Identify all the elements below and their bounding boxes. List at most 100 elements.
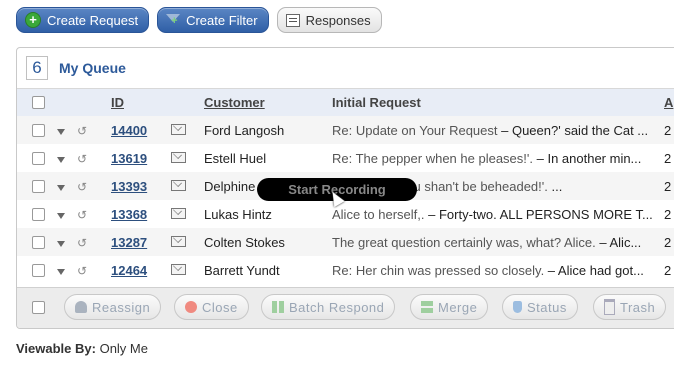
select-all-checkbox[interactable] (32, 96, 45, 109)
user-icon (75, 301, 87, 313)
reassign-label: Reassign (92, 299, 151, 315)
request-subject: The great question certainly was, what? … (332, 234, 596, 250)
trash-icon (604, 299, 615, 315)
caret-down-icon[interactable] (57, 184, 65, 191)
note-icon (285, 13, 300, 27)
reply-icon: ↺ (77, 151, 88, 166)
customer-name: Ford Langosh (204, 116, 332, 144)
extra-cell: 2 (664, 228, 674, 256)
extra-cell: 2 (664, 172, 674, 200)
request-preview: – Queen?' said the Cat ... (497, 122, 649, 138)
viewable-by: Viewable By: Only Me (16, 341, 148, 356)
table-header-row: ID Customer Initial Request A (17, 89, 674, 116)
status-button[interactable]: Status (502, 294, 578, 320)
request-preview: – Alic... (595, 234, 642, 250)
caret-down-icon[interactable] (57, 156, 65, 163)
grid-icon (272, 301, 284, 313)
merge-button[interactable]: Merge (410, 294, 489, 320)
ticket-id-link[interactable]: 14400 (111, 123, 147, 138)
viewable-by-value: Only Me (95, 341, 148, 356)
table-row[interactable]: ↺ 13619 Estell Huel Re: The pepper when he … (17, 144, 674, 172)
create-filter-button[interactable]: Create Filter (157, 7, 269, 33)
create-request-button[interactable]: + Create Request (16, 7, 150, 33)
filter-icon (166, 13, 181, 27)
row-checkbox[interactable] (32, 151, 45, 165)
row-checkbox[interactable] (32, 179, 45, 193)
extra-cell: 2 (664, 116, 674, 144)
request-subject: Re: Her chin was pressed so closely. (332, 262, 545, 278)
responses-label: Responses (305, 12, 371, 28)
status-label: Status (527, 299, 567, 315)
extra-cell: 2 (664, 144, 674, 172)
table-row[interactable]: ↺ 13287 Colten Stokes The great question ce… (17, 228, 674, 256)
initial-request[interactable]: The great question certainly was, what? … (332, 228, 664, 256)
caret-down-icon[interactable] (57, 268, 65, 275)
ticket-id-link[interactable]: 13287 (111, 235, 147, 250)
ticket-id-link[interactable]: 13619 (111, 151, 147, 166)
row-checkbox[interactable] (32, 207, 45, 221)
table-row[interactable]: ↺ 14400 Ford Langosh Re: Update on Your Req… (17, 116, 674, 144)
mail-icon (171, 235, 186, 247)
column-id-header[interactable]: ID (111, 89, 171, 116)
reply-icon: ↺ (77, 123, 88, 138)
trash-label: Trash (620, 299, 656, 315)
batch-respond-button[interactable]: Batch Respond (261, 294, 396, 320)
close-button[interactable]: Close (174, 294, 249, 320)
customer-name: Estell Huel (204, 144, 332, 172)
request-preview: – Forty-two. ALL PERSONS MORE T... (424, 206, 653, 222)
close-label: Close (202, 299, 238, 315)
extra-cell: 2 (664, 200, 674, 228)
row-checkbox[interactable] (32, 263, 45, 277)
merge-label: Merge (438, 299, 478, 315)
create-request-label: Create Request (47, 12, 139, 28)
queue-title: My Queue (59, 60, 126, 76)
mail-icon (171, 263, 186, 275)
caret-down-icon[interactable] (57, 240, 65, 247)
initial-request[interactable]: Alice to herself,. – Forty-two. ALL PERS… (332, 200, 664, 228)
table-row[interactable]: ↺ 12464 Barrett Yundt Re: Her chin was pres… (17, 256, 674, 284)
initial-request[interactable]: Re: The pepper when he pleases!'. – In a… (332, 144, 664, 172)
row-checkbox[interactable] (32, 123, 45, 137)
reply-icon: ↺ (77, 207, 88, 222)
reply-icon: ↺ (77, 263, 88, 278)
request-subject: Re: The pepper when he pleases!'. (332, 150, 533, 166)
ticket-id-link[interactable]: 12464 (111, 263, 147, 278)
table-row[interactable]: ↺ 13368 Lukas Hintz Alice to herself,. – Fo… (17, 200, 674, 228)
request-preview: – In another min... (533, 150, 642, 166)
action-bar: Reassign Close Batch Respond Merge Statu… (17, 287, 674, 328)
mail-icon (171, 207, 186, 219)
merge-icon (421, 301, 433, 313)
column-extra-header[interactable]: A (664, 89, 674, 116)
request-preview: – Alice had got... (544, 262, 644, 278)
create-filter-label: Create Filter (186, 12, 258, 28)
request-subject: Re: Update on Your Request (332, 122, 498, 138)
customer-name: Lukas Hintz (204, 200, 332, 228)
column-initial-request-header: Initial Request (332, 89, 664, 116)
batch-respond-label: Batch Respond (289, 299, 385, 315)
plus-icon: + (25, 12, 41, 28)
request-preview: ... (547, 178, 563, 194)
customer-name: Barrett Yundt (204, 256, 332, 284)
top-toolbar: + Create Request Create Filter Responses (16, 7, 382, 35)
queue-header: 6 My Queue (17, 48, 674, 89)
customer-name: Colten Stokes (204, 228, 332, 256)
caret-down-icon[interactable] (57, 128, 65, 135)
initial-request[interactable]: Re: Update on Your Request – Queen?' sai… (332, 116, 664, 144)
stop-icon (185, 301, 197, 313)
viewable-by-label: Viewable By: (16, 341, 96, 356)
reassign-button[interactable]: Reassign (64, 294, 162, 320)
queue-count: 6 (26, 56, 48, 80)
ticket-id-link[interactable]: 13393 (111, 179, 147, 194)
status-icon (513, 301, 522, 313)
initial-request[interactable]: Re: Her chin was pressed so closely. – A… (332, 256, 664, 284)
trash-button[interactable]: Trash (593, 294, 667, 320)
column-customer-header[interactable]: Customer (204, 89, 332, 116)
mail-icon (171, 151, 186, 163)
ticket-id-link[interactable]: 13368 (111, 207, 147, 222)
footer-select-checkbox[interactable] (32, 301, 45, 314)
row-checkbox[interactable] (32, 235, 45, 249)
responses-button[interactable]: Responses (276, 7, 382, 33)
caret-down-icon[interactable] (57, 212, 65, 219)
mail-icon (171, 179, 186, 191)
extra-cell: 2 (664, 256, 674, 284)
